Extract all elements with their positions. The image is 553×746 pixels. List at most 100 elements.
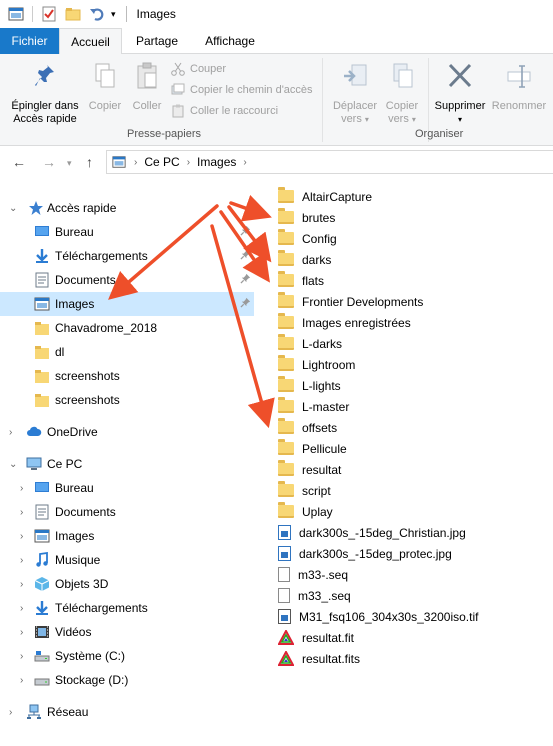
file-item[interactable]: Config [270, 228, 337, 249]
cut-button[interactable]: Couper [171, 60, 226, 78]
pin-icon[interactable] [240, 273, 251, 287]
file-item[interactable]: darks [270, 249, 331, 270]
file-item[interactable]: Lightroom [270, 354, 355, 375]
copy-to-button[interactable]: Copier vers ▾ [381, 62, 423, 126]
tab-view[interactable]: Affichage [196, 28, 264, 54]
delete-button[interactable]: Supprimer ▾ [430, 62, 490, 126]
collapse-chevron-icon[interactable]: › [9, 707, 12, 718]
nav-label: Accès rapide [47, 201, 117, 215]
paste-shortcut-button[interactable]: Coller le raccourci [171, 102, 278, 120]
file-item[interactable]: Frontier Developments [270, 291, 423, 312]
move-to-icon [344, 64, 367, 86]
copy-path-button[interactable]: Copier le chemin d'accès [171, 81, 313, 99]
collapse-chevron-icon[interactable]: › [20, 651, 23, 662]
collapse-chevron-icon[interactable]: › [20, 531, 23, 542]
sidebar-item-musique[interactable]: › Musique [0, 548, 254, 572]
documents-icon [35, 272, 49, 288]
file-item[interactable]: dark300s_-15deg_Christian.jpg [270, 522, 466, 543]
sidebar-item-stockage-d[interactable]: › Stockage (D:) [0, 668, 254, 692]
sidebar-item-screenshots[interactable]: screenshots [0, 388, 254, 412]
pictures-location-icon [112, 156, 126, 168]
sidebar-item-bureau[interactable]: › Bureau [0, 476, 254, 500]
file-item[interactable]: m33-.seq [270, 564, 348, 585]
customize-toolbar-dropdown[interactable]: ▾ [111, 9, 116, 20]
recent-locations-chevron-icon[interactable]: ▾ [67, 158, 72, 169]
nav-this-pc[interactable]: ⌄ Ce PC [0, 452, 254, 476]
explorer-window-icon[interactable] [8, 6, 24, 22]
nav-network[interactable]: › Réseau [0, 700, 254, 724]
collapse-chevron-icon[interactable]: › [20, 483, 23, 494]
breadcrumb-separator[interactable]: › [187, 157, 190, 168]
collapse-chevron-icon[interactable]: › [20, 675, 23, 686]
file-item[interactable]: resultat [270, 459, 341, 480]
sidebar-item-videos[interactable]: › Vidéos [0, 620, 254, 644]
file-item[interactable]: Uplay [270, 501, 333, 522]
sidebar-item-images[interactable]: › Images [0, 524, 254, 548]
breadcrumb-separator[interactable]: › [243, 157, 246, 168]
expand-chevron-icon[interactable]: ⌄ [9, 459, 17, 470]
file-item[interactable]: M31_fsq106_304x30s_3200iso.tif [270, 606, 478, 627]
file-item[interactable]: L-darks [270, 333, 342, 354]
folder-icon [278, 439, 294, 455]
file-item[interactable]: resultat.fit [270, 627, 354, 648]
collapse-chevron-icon[interactable]: › [20, 579, 23, 590]
new-folder-icon[interactable] [65, 6, 81, 22]
file-item[interactable]: flats [270, 270, 324, 291]
breadcrumb-separator[interactable]: › [134, 157, 137, 168]
copy-button[interactable]: Copier [86, 62, 124, 113]
file-item[interactable]: Images enregistrées [270, 312, 411, 333]
forward-arrow-icon[interactable]: → [42, 154, 56, 170]
sidebar-item-label: screenshots [55, 393, 120, 407]
sidebar-item-telechargements[interactable]: Téléchargements [0, 244, 254, 268]
file-item[interactable]: m33_.seq [270, 585, 351, 606]
sidebar-item-dl[interactable]: dl [0, 340, 254, 364]
address-box[interactable]: › Ce PC › Images › [106, 150, 553, 174]
paste-button[interactable]: Coller [128, 62, 166, 113]
back-arrow-icon[interactable]: ← [12, 154, 26, 170]
collapse-chevron-icon[interactable]: › [20, 555, 23, 566]
breadcrumb-images[interactable]: Images [197, 155, 236, 169]
file-item[interactable]: offsets [270, 417, 337, 438]
sidebar-item-documents[interactable]: › Documents [0, 500, 254, 524]
tab-file[interactable]: Fichier [0, 28, 59, 54]
file-item[interactable]: L-lights [270, 375, 341, 396]
pin-quick-access-button[interactable]: Épingler dans Accès rapide [6, 62, 84, 126]
nav-onedrive[interactable]: › OneDrive [0, 420, 254, 444]
up-arrow-icon[interactable]: ↑ [86, 154, 93, 170]
sidebar-item-bureau[interactable]: Bureau [0, 220, 254, 244]
sidebar-item-documents[interactable]: Documents [0, 268, 254, 292]
file-item[interactable]: AltairCapture [270, 186, 372, 207]
pin-icon[interactable] [240, 249, 251, 263]
properties-icon[interactable] [41, 6, 57, 22]
file-item[interactable]: dark300s_-15deg_protec.jpg [270, 543, 452, 564]
file-item[interactable]: resultat.fits [270, 648, 360, 669]
collapse-chevron-icon[interactable]: › [9, 427, 12, 438]
file-item[interactable]: brutes [270, 207, 335, 228]
folder-icon [35, 322, 49, 335]
file-item[interactable]: script [270, 480, 331, 501]
undo-icon[interactable] [89, 6, 105, 22]
move-to-button[interactable]: Déplacer vers ▾ [329, 62, 381, 126]
breadcrumb-this-pc[interactable]: Ce PC [144, 155, 179, 169]
tab-home[interactable]: Accueil [59, 28, 122, 55]
file-item[interactable]: L-master [270, 396, 349, 417]
tab-share[interactable]: Partage [128, 28, 186, 54]
sidebar-item-images[interactable]: Images [0, 292, 254, 316]
sidebar-item-objets-3d[interactable]: › Objets 3D [0, 572, 254, 596]
sidebar-item-chavadrome-2018[interactable]: Chavadrome_2018 [0, 316, 254, 340]
dropdown-arrow-icon: ▾ [457, 115, 462, 124]
file-item[interactable]: Pellicule [270, 438, 347, 459]
collapse-chevron-icon[interactable]: › [20, 627, 23, 638]
pin-icon[interactable] [240, 297, 251, 311]
file-name: M31_fsq106_304x30s_3200iso.tif [299, 609, 479, 624]
collapse-chevron-icon[interactable]: › [20, 603, 23, 614]
sidebar-item-screenshots[interactable]: screenshots [0, 364, 254, 388]
pin-icon[interactable] [240, 225, 251, 239]
rename-button[interactable]: Renommer [490, 62, 548, 113]
nav-quick-access[interactable]: ⌄ Accès rapide [0, 196, 254, 220]
collapse-chevron-icon[interactable]: › [20, 507, 23, 518]
expand-chevron-icon[interactable]: ⌄ [9, 203, 17, 214]
sidebar-item-telechargements[interactable]: › Téléchargements [0, 596, 254, 620]
sidebar-item-systeme-c[interactable]: › Système (C:) [0, 644, 254, 668]
jpg-file-icon [278, 525, 291, 540]
